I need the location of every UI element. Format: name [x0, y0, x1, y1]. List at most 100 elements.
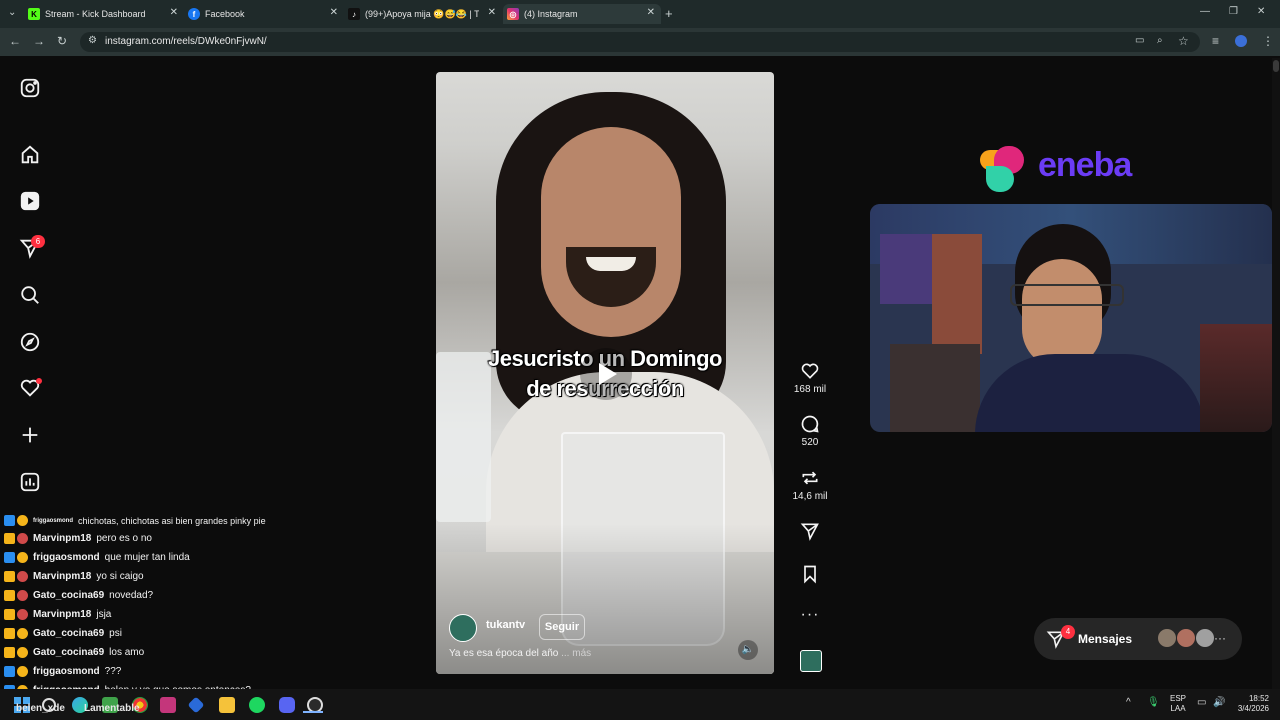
heart-icon — [801, 363, 819, 379]
chat-message: Marvinpm18 jsja — [4, 609, 111, 620]
install-app-icon[interactable]: ▭ — [1135, 35, 1144, 46]
comment-icon — [801, 415, 819, 433]
chat-message: Gato_cocina69 los amo — [4, 647, 144, 658]
minimize-icon[interactable]: — — [1200, 6, 1210, 17]
scrollbar-thumb[interactable] — [1273, 60, 1279, 72]
chat-message: friggaosmond chichotas, chichotas asi bi… — [4, 515, 266, 526]
reel-description: Ya es esa época del año ... más — [449, 648, 592, 659]
close-icon[interactable]: ✕ — [170, 7, 178, 18]
audio-thumbnail[interactable] — [800, 650, 822, 672]
badge-icon — [4, 590, 15, 601]
bookmark-star-icon[interactable]: ☆ — [1178, 34, 1189, 48]
discord-icon[interactable] — [279, 697, 295, 713]
reading-list-icon[interactable]: ≡ — [1212, 34, 1219, 48]
more-options-icon[interactable]: ··· — [790, 606, 830, 624]
microphone-icon[interactable]: 🎙 — [1147, 697, 1160, 708]
repost-button[interactable]: 14,6 mil — [790, 468, 830, 502]
tab-instagram[interactable]: ◎ (4) Instagram ✕ — [503, 4, 661, 24]
comment-button[interactable]: 520 — [790, 414, 830, 448]
tab-label: (99+)Apoya mija 😳😅😂 | TikTok — [365, 8, 479, 19]
reload-icon[interactable]: ↻ — [57, 34, 67, 48]
poster — [932, 234, 982, 354]
messages-badge: 4 — [1061, 625, 1075, 639]
chat-message: friggaosmond ??? — [4, 666, 121, 677]
search-icon[interactable] — [18, 283, 42, 307]
badge-icon — [17, 571, 28, 582]
eneba-brand: eneba — [1038, 146, 1132, 184]
chat-message: Marvinpm18 pero es o no — [4, 533, 152, 544]
avatar — [1196, 629, 1214, 647]
chat-message: Marvinpm18 yo si caigo — [4, 571, 144, 582]
shelf — [890, 344, 980, 432]
chat-message: friggaosmond que mujer tan linda — [4, 552, 190, 563]
tab-kick[interactable]: K Stream - Kick Dashboard ✕ — [28, 4, 178, 24]
more-avatars-icon: ··· — [1214, 631, 1226, 645]
instagram-icon: ◎ — [507, 8, 519, 20]
file-explorer-icon[interactable] — [219, 697, 235, 713]
share-button[interactable] — [790, 521, 830, 544]
instagram-logo-icon[interactable] — [18, 76, 42, 100]
close-icon[interactable]: ✕ — [330, 7, 338, 18]
avatar — [1158, 629, 1176, 647]
badge-icon — [17, 647, 28, 658]
reels-icon[interactable] — [18, 189, 42, 213]
badge-icon — [4, 571, 15, 582]
avatar — [1177, 629, 1195, 647]
overlay-text: belen_xde — [16, 703, 65, 714]
close-icon[interactable]: ✕ — [647, 7, 655, 18]
badge-icon — [17, 515, 28, 526]
back-icon[interactable]: ← — [9, 34, 21, 48]
tab-search-icon[interactable]: ⌄ — [8, 7, 16, 18]
page-scrollbar[interactable] — [1272, 58, 1280, 689]
menu-icon[interactable]: ⋮ — [1262, 34, 1274, 48]
follow-button[interactable]: Seguir — [539, 614, 585, 640]
badge-icon — [4, 515, 15, 526]
site-info-icon[interactable]: ⚙ — [88, 35, 97, 46]
like-button[interactable]: 168 mil — [790, 361, 830, 395]
save-button[interactable] — [790, 564, 830, 587]
chat-message: Gato_cocina69 psi — [4, 628, 122, 639]
tray-chevron-icon[interactable]: ^ — [1126, 697, 1131, 708]
network-icon[interactable]: ▭ — [1197, 697, 1206, 708]
explore-icon[interactable] — [18, 330, 42, 354]
volume-icon[interactable]: 🔊 — [1213, 697, 1225, 708]
badge-icon — [4, 647, 15, 658]
close-icon[interactable]: ✕ — [488, 7, 496, 18]
language-indicator[interactable]: ESP LAA — [1170, 694, 1186, 714]
facebook-icon: f — [188, 8, 200, 20]
tab-label: Stream - Kick Dashboard — [45, 9, 146, 19]
new-tab-icon[interactable]: + — [665, 6, 673, 21]
comment-count: 520 — [801, 437, 819, 448]
overlay-text: Lamentable — [84, 703, 140, 714]
tiktok-icon: ♪ — [348, 8, 360, 20]
bookmark-icon — [804, 565, 816, 584]
app-icon[interactable] — [160, 697, 176, 713]
author-avatar[interactable] — [449, 614, 477, 642]
more-link[interactable]: ... más — [561, 648, 591, 659]
spotify-icon[interactable] — [249, 697, 265, 713]
badge-icon — [17, 666, 28, 677]
profile-avatar[interactable] — [1235, 35, 1247, 47]
badge-icon — [17, 628, 28, 639]
volume-icon[interactable]: 🔈 — [738, 640, 758, 660]
window-close-icon[interactable]: ✕ — [1257, 6, 1265, 17]
clock[interactable]: 18:52 3/4/2026 — [1231, 694, 1269, 714]
home-icon[interactable] — [18, 143, 42, 167]
zoom-icon[interactable]: ⌕ — [1157, 35, 1163, 46]
play-button[interactable] — [580, 348, 632, 400]
poster — [880, 234, 940, 304]
tab-tiktok[interactable]: ♪ (99+)Apoya mija 😳😅😂 | TikTok ✕ — [348, 4, 496, 24]
badge-icon — [4, 609, 15, 620]
tab-facebook[interactable]: f Facebook ✕ — [188, 4, 338, 24]
notification-dot — [36, 378, 42, 384]
dashboard-icon[interactable] — [18, 470, 42, 494]
like-count: 168 mil — [793, 384, 827, 395]
create-icon[interactable] — [18, 423, 42, 447]
author-username[interactable]: tukantv — [486, 619, 525, 631]
maximize-icon[interactable]: ❐ — [1229, 6, 1238, 17]
forward-icon[interactable]: → — [33, 34, 45, 48]
streamer-face — [1022, 259, 1102, 369]
badge-icon — [4, 666, 15, 677]
share-icon — [800, 523, 819, 541]
chat-message: Gato_cocina69 novedad? — [4, 590, 153, 601]
